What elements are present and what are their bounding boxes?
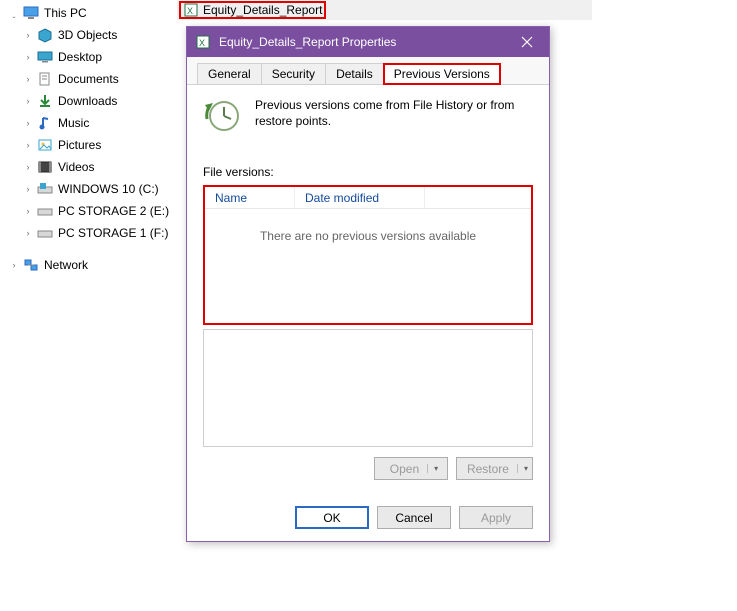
chevron-right-icon: › <box>22 30 34 40</box>
tree-label: Pictures <box>58 138 101 152</box>
excel-file-icon: X <box>195 34 211 50</box>
chevron-right-icon: › <box>22 184 34 194</box>
svg-text:X: X <box>187 6 193 16</box>
column-date-modified[interactable]: Date modified <box>295 187 425 208</box>
tab-body: Previous versions come from File History… <box>187 85 549 496</box>
history-clock-icon <box>203 97 241 135</box>
chevron-right-icon: › <box>22 118 34 128</box>
dialog-title: Equity_Details_Report Properties <box>219 35 505 49</box>
tree-label: This PC <box>44 6 87 20</box>
tree-node-drive-c[interactable]: › WINDOWS 10 (C:) <box>0 178 175 200</box>
file-versions-list[interactable]: Name Date modified There are no previous… <box>203 185 533 325</box>
chevron-right-icon: › <box>22 162 34 172</box>
chevron-right-icon: › <box>22 228 34 238</box>
excel-file-icon: X <box>183 2 199 18</box>
svg-text:X: X <box>199 38 205 48</box>
chevron-right-icon: › <box>22 140 34 150</box>
apply-button[interactable]: Apply <box>459 506 533 529</box>
caret-down-icon: ▾ <box>427 464 438 473</box>
tree-node-this-pc[interactable]: ˬ This PC <box>0 2 175 24</box>
chevron-right-icon: › <box>22 52 34 62</box>
file-name: Equity_Details_Report <box>203 3 322 17</box>
tree-node-drive-e[interactable]: › PC STORAGE 2 (E:) <box>0 200 175 222</box>
dialog-titlebar[interactable]: X Equity_Details_Report Properties <box>187 27 549 57</box>
tab-previous-versions[interactable]: Previous Versions <box>383 63 501 85</box>
cube-icon <box>36 26 54 44</box>
file-versions-label: File versions: <box>203 165 533 179</box>
chevron-right-icon: › <box>8 260 20 270</box>
caret-down-icon: ▾ <box>517 464 528 473</box>
restore-button[interactable]: Restore ▾ <box>456 457 533 480</box>
nav-tree: ˬ This PC › 3D Objects › Desktop › Docum… <box>0 0 175 278</box>
column-name[interactable]: Name <box>205 187 295 208</box>
tree-label: PC STORAGE 2 (E:) <box>58 204 169 218</box>
tree-label: Documents <box>58 72 119 86</box>
versions-header: Name Date modified <box>205 187 531 209</box>
details-panel <box>203 329 533 447</box>
downloads-icon <box>36 92 54 110</box>
file-item-selected[interactable]: X Equity_Details_Report <box>179 1 326 19</box>
tree-node-pictures[interactable]: › Pictures <box>0 134 175 156</box>
tab-details[interactable]: Details <box>325 63 384 85</box>
tree-node-downloads[interactable]: › Downloads <box>0 90 175 112</box>
tab-strip: General Security Details Previous Versio… <box>187 57 549 85</box>
chevron-right-icon: › <box>22 206 34 216</box>
tree-label: Music <box>58 116 89 130</box>
desktop-icon <box>36 48 54 66</box>
tree-node-desktop[interactable]: › Desktop <box>0 46 175 68</box>
tree-node-network[interactable]: › Network <box>0 254 175 276</box>
documents-icon <box>36 70 54 88</box>
chevron-right-icon: › <box>22 74 34 84</box>
computer-icon <box>22 4 40 22</box>
tab-general[interactable]: General <box>197 63 262 85</box>
tree-label: Downloads <box>58 94 117 108</box>
close-button[interactable] <box>505 27 549 57</box>
file-list-bar: X Equity_Details_Report <box>177 0 592 20</box>
cancel-button[interactable]: Cancel <box>377 506 451 529</box>
tree-label: WINDOWS 10 (C:) <box>58 182 159 196</box>
empty-message: There are no previous versions available <box>205 209 531 243</box>
drive-icon <box>36 202 54 220</box>
tree-node-drive-f[interactable]: › PC STORAGE 1 (F:) <box>0 222 175 244</box>
tree-label: Network <box>44 258 88 272</box>
pictures-icon <box>36 136 54 154</box>
videos-icon <box>36 158 54 176</box>
tree-node-3d-objects[interactable]: › 3D Objects <box>0 24 175 46</box>
chevron-right-icon: › <box>22 96 34 106</box>
tree-node-documents[interactable]: › Documents <box>0 68 175 90</box>
drive-icon <box>36 224 54 242</box>
properties-dialog: X Equity_Details_Report Properties Gener… <box>186 26 550 542</box>
open-button[interactable]: Open ▾ <box>374 457 448 480</box>
drive-icon <box>36 180 54 198</box>
ok-button[interactable]: OK <box>295 506 369 529</box>
tree-node-music[interactable]: › Music <box>0 112 175 134</box>
dialog-button-row: OK Cancel Apply <box>187 496 549 541</box>
network-icon <box>22 256 40 274</box>
tab-security[interactable]: Security <box>261 63 326 85</box>
info-text: Previous versions come from File History… <box>255 97 533 129</box>
close-icon <box>521 36 533 48</box>
tree-label: 3D Objects <box>58 28 117 42</box>
chevron-down-icon: ˬ <box>8 8 20 18</box>
tree-label: Videos <box>58 160 94 174</box>
tree-label: PC STORAGE 1 (F:) <box>58 226 168 240</box>
music-icon <box>36 114 54 132</box>
tree-node-videos[interactable]: › Videos <box>0 156 175 178</box>
tree-label: Desktop <box>58 50 102 64</box>
